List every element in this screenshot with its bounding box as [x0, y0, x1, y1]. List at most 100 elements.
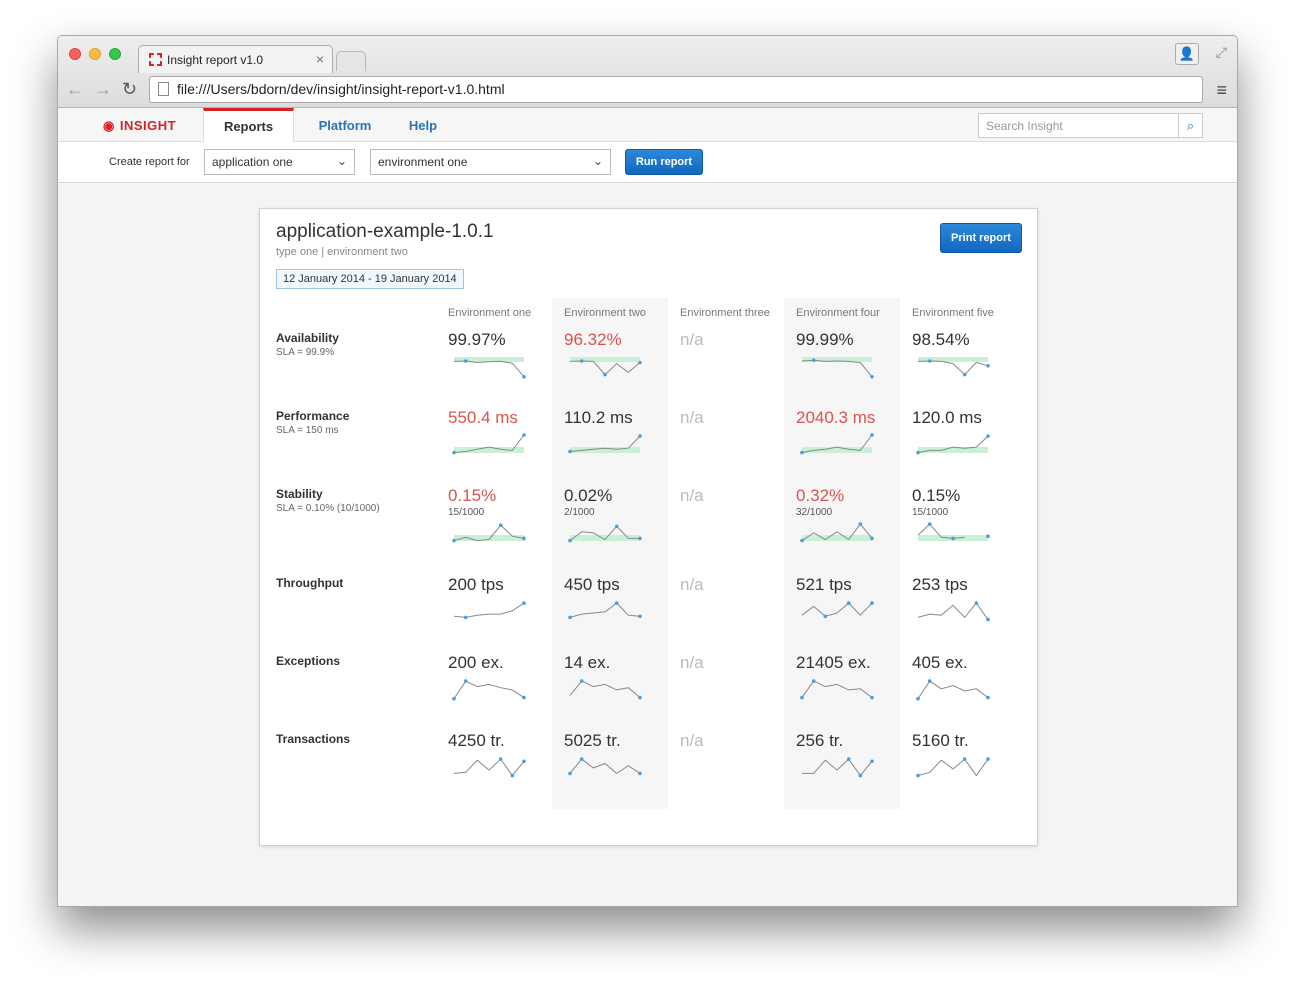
back-icon[interactable]: ←: [66, 79, 84, 100]
sparkline-point: [870, 433, 874, 437]
browser-tab[interactable]: Insight report v1.0 ×: [138, 45, 333, 73]
sparkline-point: [800, 450, 804, 455]
sparkline-point: [870, 536, 874, 541]
sparkline-chart: [801, 357, 874, 379]
metric-value: 450 tps: [564, 575, 620, 594]
sparkline-point: [927, 522, 932, 526]
metric-detail: 15/1000: [448, 507, 485, 518]
sparkline-point: [498, 523, 503, 527]
sparkline-point: [916, 696, 920, 701]
metric-value: 0.02%: [564, 486, 613, 505]
environment-select-value: environment one: [378, 155, 468, 169]
date-range[interactable]: 12 January 2014 - 19 January 2014: [276, 269, 464, 289]
sparkline-line: [569, 758, 641, 775]
column-header-environment-five: Environment five: [912, 307, 994, 319]
sparkline-point: [800, 538, 804, 543]
sparkline-point: [927, 679, 932, 683]
forward-icon[interactable]: →: [94, 79, 112, 100]
sparkline-point: [452, 538, 456, 543]
sparkline-chart: [568, 434, 642, 454]
metric-value: n/a: [680, 575, 704, 594]
address-bar[interactable]: file:///Users/bdorn/dev/insight/insight-…: [149, 76, 1203, 103]
create-report-label: Create report for: [109, 156, 190, 168]
search-icon[interactable]: ⌕: [1178, 113, 1203, 138]
metric-value: 405 ex.: [912, 653, 968, 672]
sparkline-chart: [916, 757, 990, 778]
column-header-environment-three: Environment three: [680, 307, 770, 319]
zoom-window-button[interactable]: [109, 48, 121, 60]
sparkline-line: [569, 360, 641, 376]
metric-value: 96.32%: [564, 330, 622, 349]
environment-select[interactable]: environment one ⌄: [370, 149, 611, 175]
metric-value: n/a: [680, 408, 704, 427]
metric-value: 120.0 ms: [912, 408, 982, 427]
chevron-down-icon: ⌄: [592, 154, 603, 168]
metric-value: 98.54%: [912, 330, 970, 349]
sparkline-chart: [916, 679, 990, 701]
sparkline-point: [579, 679, 584, 683]
close-tab-icon[interactable]: ×: [316, 51, 324, 67]
sparkline-point: [916, 773, 920, 778]
sparkline-line: [569, 602, 641, 618]
metric-value: 99.99%: [796, 330, 854, 349]
metric-value: 521 tps: [796, 575, 852, 594]
menu-icon[interactable]: ≡: [1216, 80, 1227, 101]
sparkline-chart: [453, 757, 526, 778]
sparkline-line: [917, 602, 989, 620]
tab-title: Insight report v1.0: [167, 53, 264, 67]
sparkline-point: [522, 375, 526, 379]
sla-band: [918, 447, 988, 453]
browser-window: Insight report v1.0 × 👤 ⤢ ← → ↻ file:///…: [57, 35, 1238, 907]
metric-value: n/a: [680, 330, 704, 349]
sparkline-point: [568, 615, 572, 620]
sparkline-line: [917, 680, 989, 699]
sparkline-point: [986, 757, 990, 761]
search-input[interactable]: Search Insight: [978, 113, 1179, 138]
app-header: ◉ INSIGHT Reports Platform Help Search In…: [58, 108, 1237, 143]
sparkline-point: [800, 695, 804, 700]
sparkline-point: [522, 759, 526, 764]
sparkline-point: [986, 434, 990, 438]
sparkline-chart: [569, 679, 642, 700]
sparkline-point: [614, 601, 619, 605]
print-report-button[interactable]: Print report: [940, 223, 1022, 253]
column-header-environment-four: Environment four: [796, 307, 880, 319]
sparkline-point: [522, 695, 526, 700]
url-text[interactable]: file:///Users/bdorn/dev/insight/insight-…: [177, 81, 505, 97]
sparkline-line: [453, 758, 525, 777]
sparkline-line: [453, 602, 525, 618]
browser-chrome: Insight report v1.0 × 👤 ⤢ ← → ↻ file:///…: [58, 36, 1237, 108]
application-select[interactable]: application one ⌄: [204, 149, 355, 175]
fullscreen-icon[interactable]: ⤢: [1216, 44, 1227, 61]
sparkline-line: [801, 680, 873, 698]
sparkline-point: [463, 615, 468, 620]
reload-icon[interactable]: ↻: [122, 79, 137, 100]
metric-value: 256 tr.: [796, 731, 844, 750]
sparkline-point: [870, 375, 874, 379]
metric-detail: 2/1000: [564, 507, 595, 518]
eye-icon: ◉: [103, 118, 115, 133]
tab-platform[interactable]: Platform: [310, 108, 380, 142]
sparkline-chart: [452, 679, 526, 701]
report-card: application-example-1.0.1 type one | env…: [259, 208, 1038, 846]
sparkline-point: [638, 360, 642, 365]
sparkline-point: [974, 601, 979, 605]
new-tab-button[interactable]: [336, 51, 366, 71]
minimize-window-button[interactable]: [89, 48, 101, 60]
run-report-button[interactable]: Run report: [625, 149, 703, 175]
insight-logo[interactable]: ◉ INSIGHT: [103, 118, 176, 134]
metric-value: 21405 ex.: [796, 653, 871, 672]
close-window-button[interactable]: [69, 48, 81, 60]
sparkline-line: [569, 680, 641, 698]
sparkline-point: [986, 364, 990, 368]
profile-icon[interactable]: 👤: [1175, 43, 1199, 65]
metric-stability: Stability: [276, 487, 323, 501]
metric-throughput: Throughput: [276, 576, 344, 590]
sparkline-line: [801, 602, 873, 617]
tab-help[interactable]: Help: [403, 108, 443, 142]
tab-reports[interactable]: Reports: [203, 108, 294, 143]
metric-value: 0.15%: [912, 486, 961, 505]
metric-value: 5160 tr.: [912, 731, 969, 750]
sparkline-point: [452, 450, 456, 455]
sparkline-chart: [452, 523, 526, 543]
